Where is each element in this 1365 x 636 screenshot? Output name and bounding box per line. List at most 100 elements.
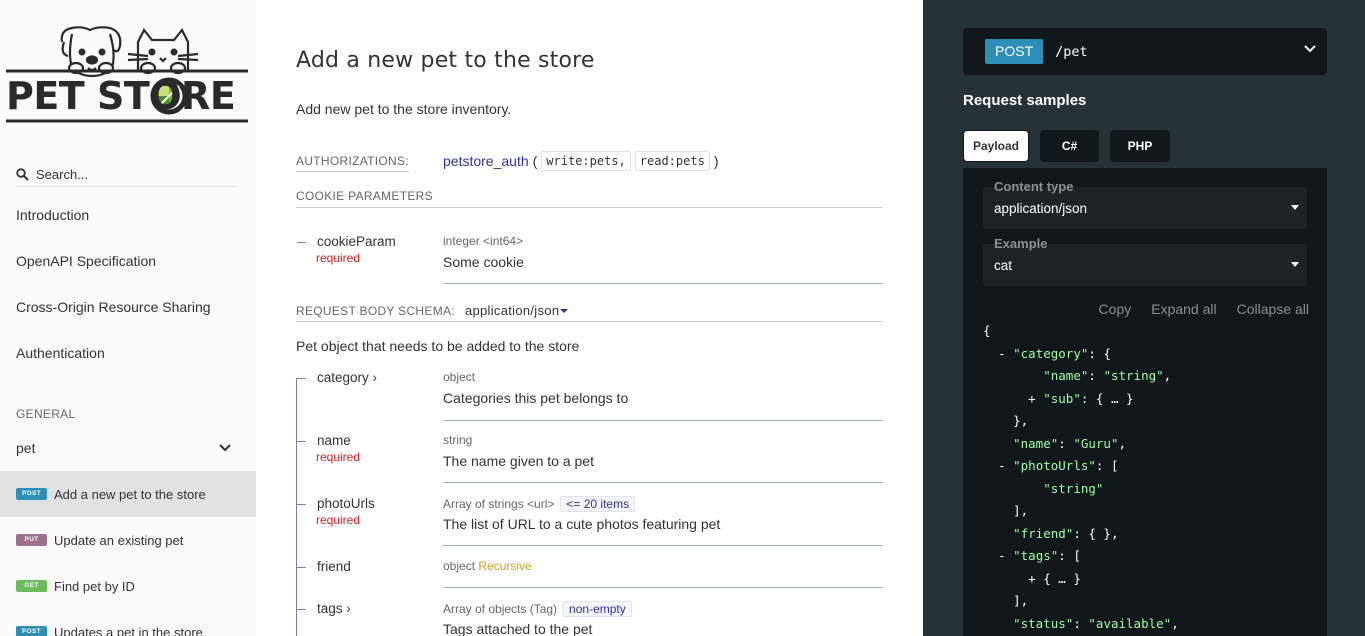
main-content: Add a new pet to the store Add new pet t… [256, 0, 923, 636]
content-type-label: Content type [994, 179, 1074, 194]
param-divider [443, 545, 883, 546]
divider [296, 207, 883, 208]
nav-item-authentication[interactable]: Authentication [16, 345, 105, 361]
tree-tick [297, 567, 306, 568]
field-name: photoUrls [317, 496, 375, 511]
tree-tick [297, 242, 306, 243]
sample-panel: Content type application/json Example ca… [963, 168, 1327, 636]
param-divider [443, 587, 883, 588]
pet-store-logo[interactable]: PET STORE [2, 24, 250, 126]
param-divider [443, 420, 883, 421]
field-name[interactable]: tags › [317, 601, 351, 616]
json-string-value: "Guru" [1073, 435, 1119, 451]
param-required: required [316, 251, 361, 265]
collapse-toggle[interactable]: - [998, 346, 1006, 361]
divider [296, 321, 883, 322]
authorizations-label: AUTHORIZATIONS: [296, 154, 409, 172]
json-string-value: "available" [1088, 615, 1172, 631]
field-recursive-label: Recursive [478, 559, 532, 573]
tree-tick [297, 609, 306, 610]
right-panel: POST /pet Request samples Payload C# PHP… [923, 0, 1365, 636]
body-schema-content-type-select[interactable]: application/json [464, 303, 569, 318]
nav-group-label: GENERAL [16, 407, 76, 421]
auth-paren-open: ( [532, 153, 538, 169]
tree-tick [297, 504, 306, 505]
field-row-category[interactable]: category › object Categories this pet be… [296, 370, 883, 421]
field-type: object Recursive [443, 559, 532, 573]
tab-csharp[interactable]: C# [1040, 130, 1099, 162]
nav-item-introduction[interactable]: Introduction [16, 207, 89, 223]
expand-chevron-icon: › [346, 601, 351, 616]
endpoint-method-badge: POST [985, 39, 1044, 64]
param-row-cookieParam: cookieParam required integer <int64> Som… [296, 234, 883, 284]
body-schema-content-type: application/json [464, 303, 560, 318]
sidebar-op-label: Add a new pet to the store [54, 486, 206, 502]
field-required: required [316, 450, 361, 464]
body-schema-header: REQUEST BODY SCHEMA: application/json [296, 303, 569, 318]
field-row-name: name required string The name given to a… [296, 433, 883, 483]
operation-description: Add new pet to the store inventory. [296, 101, 512, 117]
put-badge: PUT [16, 534, 47, 546]
sidebar-op-updates-pet[interactable]: POST Updates a pet in the store [0, 609, 256, 636]
param-type: integer <int64> [443, 234, 524, 248]
page-title: Add a new pet to the store [296, 48, 595, 73]
field-description: Categories this pet belongs to [443, 390, 629, 406]
json-string-value: "string" [1103, 368, 1164, 383]
tree-tick [297, 378, 306, 379]
cookie-params-label: COOKIE PARAMETERS [296, 189, 433, 203]
sidebar: PET STORE Introduction OpenAPI Specifica… [0, 0, 256, 636]
post-badge: POST [16, 626, 47, 636]
caret-down-icon [1291, 262, 1299, 267]
field-constraint: <= 20 items [560, 496, 636, 512]
expand-all-button[interactable]: Expand all [1151, 301, 1216, 317]
auth-paren-close: ) [713, 153, 719, 169]
field-row-photoUrls: photoUrls required Array of strings <url… [296, 496, 883, 546]
sample-actions: Copy Expand all Collapse all [1099, 301, 1309, 317]
param-name: cookieParam [317, 234, 396, 249]
request-samples-title: Request samples [963, 92, 1087, 109]
param-divider [443, 482, 883, 483]
nav-item-openapi-specification[interactable]: OpenAPI Specification [16, 253, 156, 269]
expand-toggle[interactable]: + [1028, 571, 1036, 586]
tab-php[interactable]: PHP [1110, 130, 1170, 162]
field-name: friend [317, 559, 351, 574]
field-description: Tags attached to the pet [443, 621, 593, 636]
body-description: Pet object that needs to be added to the… [296, 338, 580, 354]
search-input[interactable] [36, 167, 226, 182]
nav-item-cors[interactable]: Cross-Origin Resource Sharing [16, 299, 211, 315]
field-description: The list of URL to a cute photos featuri… [443, 516, 721, 532]
sidebar-op-label: Updates a pet in the store [54, 624, 203, 636]
collapse-toggle[interactable]: - [998, 458, 1006, 473]
collapse-toggle[interactable]: - [998, 548, 1006, 563]
field-name: name [317, 433, 351, 448]
tab-payload[interactable]: Payload [963, 130, 1029, 162]
sidebar-op-add-pet[interactable]: POST Add a new pet to the store [0, 471, 256, 517]
sidebar-op-update-pet[interactable]: PUT Update an existing pet [0, 517, 256, 563]
body-schema-label: REQUEST BODY SCHEMA: [296, 303, 455, 318]
nav-group-pet[interactable]: pet [16, 440, 236, 456]
endpoint-bar[interactable]: POST /pet [963, 28, 1327, 75]
nav-group-pet-label: pet [16, 440, 36, 456]
example-value: cat [994, 257, 1013, 273]
param-description: Some cookie [443, 254, 524, 270]
tree-tick [297, 441, 306, 442]
auth-scheme-link[interactable]: petstore_auth [443, 153, 529, 169]
field-required: required [316, 513, 361, 527]
get-badge: GET [16, 580, 47, 592]
field-row-tags[interactable]: tags › Array of objects (Tag) non-empty T… [296, 601, 883, 636]
copy-button[interactable]: Copy [1099, 301, 1132, 317]
endpoint-path: /pet [1055, 43, 1088, 60]
expand-toggle[interactable]: + [1028, 391, 1036, 406]
auth-scope-chip: read:pets [634, 151, 710, 171]
sidebar-op-find-pet[interactable]: GET Find pet by ID [0, 563, 256, 609]
param-divider [443, 283, 883, 284]
content-type-value: application/json [994, 200, 1088, 216]
collapse-all-button[interactable]: Collapse all [1237, 301, 1309, 317]
field-constraint: non-empty [563, 601, 632, 617]
field-row-friend: friend object Recursive [296, 559, 883, 588]
search-box[interactable] [16, 163, 236, 187]
field-type: object [443, 370, 476, 384]
field-type: Array of objects (Tag) non-empty [443, 601, 632, 617]
search-icon [16, 168, 29, 181]
field-name[interactable]: category › [317, 370, 377, 385]
